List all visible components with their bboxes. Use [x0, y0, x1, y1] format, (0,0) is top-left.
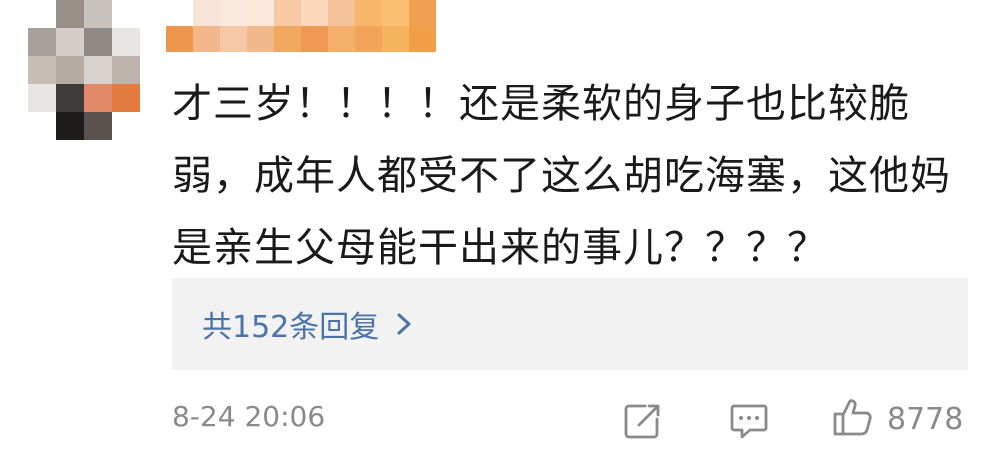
avatar[interactable] — [28, 0, 140, 140]
like-count: 8778 — [887, 401, 964, 437]
replies-label: 共152条回复 — [202, 310, 380, 345]
username-mosaic[interactable] — [166, 0, 436, 52]
comment-icon — [728, 404, 770, 446]
thumbs-up-icon — [831, 395, 875, 443]
comment-text: 才三岁！！！！还是柔软的身子也比较脆弱，成年人都受不了这么胡吃海塞，这他妈是亲生… — [172, 81, 951, 271]
share-icon — [621, 404, 663, 446]
chevron-right-icon — [393, 311, 415, 337]
comment-button[interactable] — [728, 400, 770, 442]
timestamp: 8-24 20:06 — [172, 400, 326, 433]
share-button[interactable] — [621, 400, 663, 442]
like-button[interactable]: 8778 — [831, 396, 963, 442]
view-replies-button[interactable]: 共152条回复 — [172, 278, 968, 370]
comment-footer: 8-24 20:06 8778 — [172, 396, 968, 442]
